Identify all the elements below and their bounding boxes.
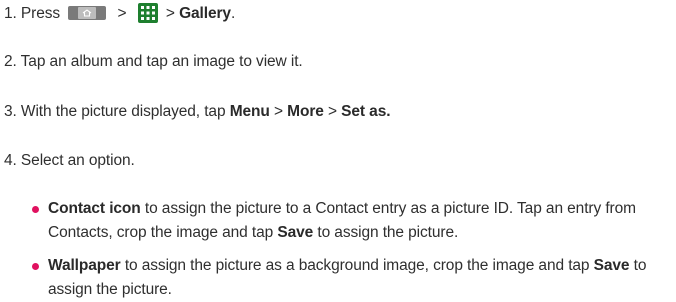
option-description-1: to assign the picture as a background im…	[120, 257, 594, 274]
option-text: Contact icon to assign the picture to a …	[32, 197, 672, 245]
step-1-prefix: 1. Press	[4, 5, 61, 23]
step-4: 4. Select an option.	[4, 152, 135, 169]
option-text: Wallpaper to assign the picture as a bac…	[32, 254, 672, 302]
step-3-prefix: 3. With the picture displayed, tap	[4, 103, 230, 120]
step-1-separator-1: >	[117, 5, 127, 23]
set-as-label: Set as.	[341, 103, 391, 120]
step-3-separator-2: >	[323, 103, 342, 120]
gallery-label: Gallery	[179, 5, 231, 23]
option-wallpaper: Wallpaper to assign the picture as a bac…	[32, 254, 672, 302]
option-description-2: to assign the picture.	[313, 224, 459, 241]
option-contact-icon: Contact icon to assign the picture to a …	[32, 197, 672, 245]
apps-grid-icon	[137, 3, 158, 23]
option-label: Wallpaper	[48, 257, 121, 274]
step-3: 3. With the picture displayed, tap Menu …	[4, 102, 391, 122]
step-1: 1. Press > > Gallery.	[4, 3, 236, 24]
step-1-suffix: .	[230, 5, 236, 23]
option-label: Contact icon	[48, 200, 141, 217]
menu-label: Menu	[229, 103, 270, 120]
step-1-separator-2: >	[165, 5, 180, 23]
more-label: More	[287, 103, 324, 120]
save-label: Save	[593, 257, 630, 274]
bullet-dot	[32, 263, 39, 270]
bullet-dot	[32, 206, 39, 213]
step-2: 2. Tap an album and tap an image to view…	[4, 53, 303, 70]
home-key-icon	[68, 6, 107, 20]
save-label: Save	[277, 224, 314, 241]
step-3-separator-1: >	[269, 103, 288, 120]
